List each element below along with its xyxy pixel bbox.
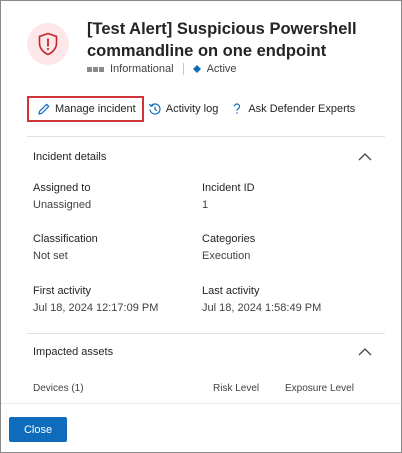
risk-level-column-header[interactable]: Risk Level bbox=[213, 383, 259, 394]
manage-incident-label: Manage incident bbox=[55, 103, 136, 115]
last-activity-value: Jul 18, 2024 1:58:49 PM bbox=[202, 302, 322, 314]
first-activity-value: Jul 18, 2024 12:17:09 PM bbox=[33, 302, 159, 314]
manage-incident-button[interactable]: Manage incident bbox=[27, 96, 144, 122]
status-icon bbox=[192, 65, 201, 73]
severity-bars-icon bbox=[87, 66, 104, 72]
severity-label: Informational bbox=[110, 63, 174, 75]
ask-experts-label: Ask Defender Experts bbox=[248, 103, 356, 115]
incident-meta: Informational Active bbox=[87, 63, 237, 75]
close-button[interactable]: Close bbox=[9, 417, 67, 442]
classification-label: Classification bbox=[33, 233, 98, 245]
incident-details-heading: Incident details bbox=[33, 151, 107, 163]
activity-log-label: Activity log bbox=[165, 103, 219, 115]
section-divider bbox=[27, 136, 385, 137]
meta-divider bbox=[182, 63, 184, 75]
section-divider bbox=[27, 333, 385, 334]
ask-defender-experts-button[interactable]: Ask Defender Experts bbox=[230, 102, 355, 116]
assigned-to-label: Assigned to bbox=[33, 182, 91, 194]
activity-log-button[interactable]: Activity log bbox=[148, 102, 219, 116]
assigned-to-value: Unassigned bbox=[33, 199, 92, 211]
incident-title: [Test Alert] Suspicious Powershell comma… bbox=[87, 20, 357, 60]
pencil-icon bbox=[38, 103, 50, 115]
classification-value: Not set bbox=[33, 250, 68, 262]
categories-label: Categories bbox=[202, 233, 256, 245]
chevron-up-icon[interactable] bbox=[357, 346, 373, 358]
history-icon bbox=[148, 103, 161, 115]
last-activity-label: Last activity bbox=[202, 285, 260, 297]
chevron-up-icon[interactable] bbox=[357, 151, 373, 163]
status-label: Active bbox=[206, 63, 237, 75]
categories-value: Execution bbox=[202, 250, 251, 262]
incident-panel: [Test Alert] Suspicious Powershell comma… bbox=[0, 0, 402, 453]
devices-column-header[interactable]: Devices (1) bbox=[33, 383, 84, 394]
first-activity-label: First activity bbox=[33, 285, 92, 297]
incident-id-value: 1 bbox=[202, 199, 209, 211]
incident-id-label: Incident ID bbox=[202, 182, 255, 194]
question-icon bbox=[234, 103, 241, 114]
impacted-assets-heading: Impacted assets bbox=[33, 346, 114, 358]
footer-divider bbox=[1, 403, 401, 404]
exposure-level-column-header[interactable]: Exposure Level bbox=[285, 383, 354, 394]
action-bar: Manage incident Activity log Ask Defende… bbox=[27, 94, 355, 124]
shield-alert-icon bbox=[27, 23, 69, 65]
